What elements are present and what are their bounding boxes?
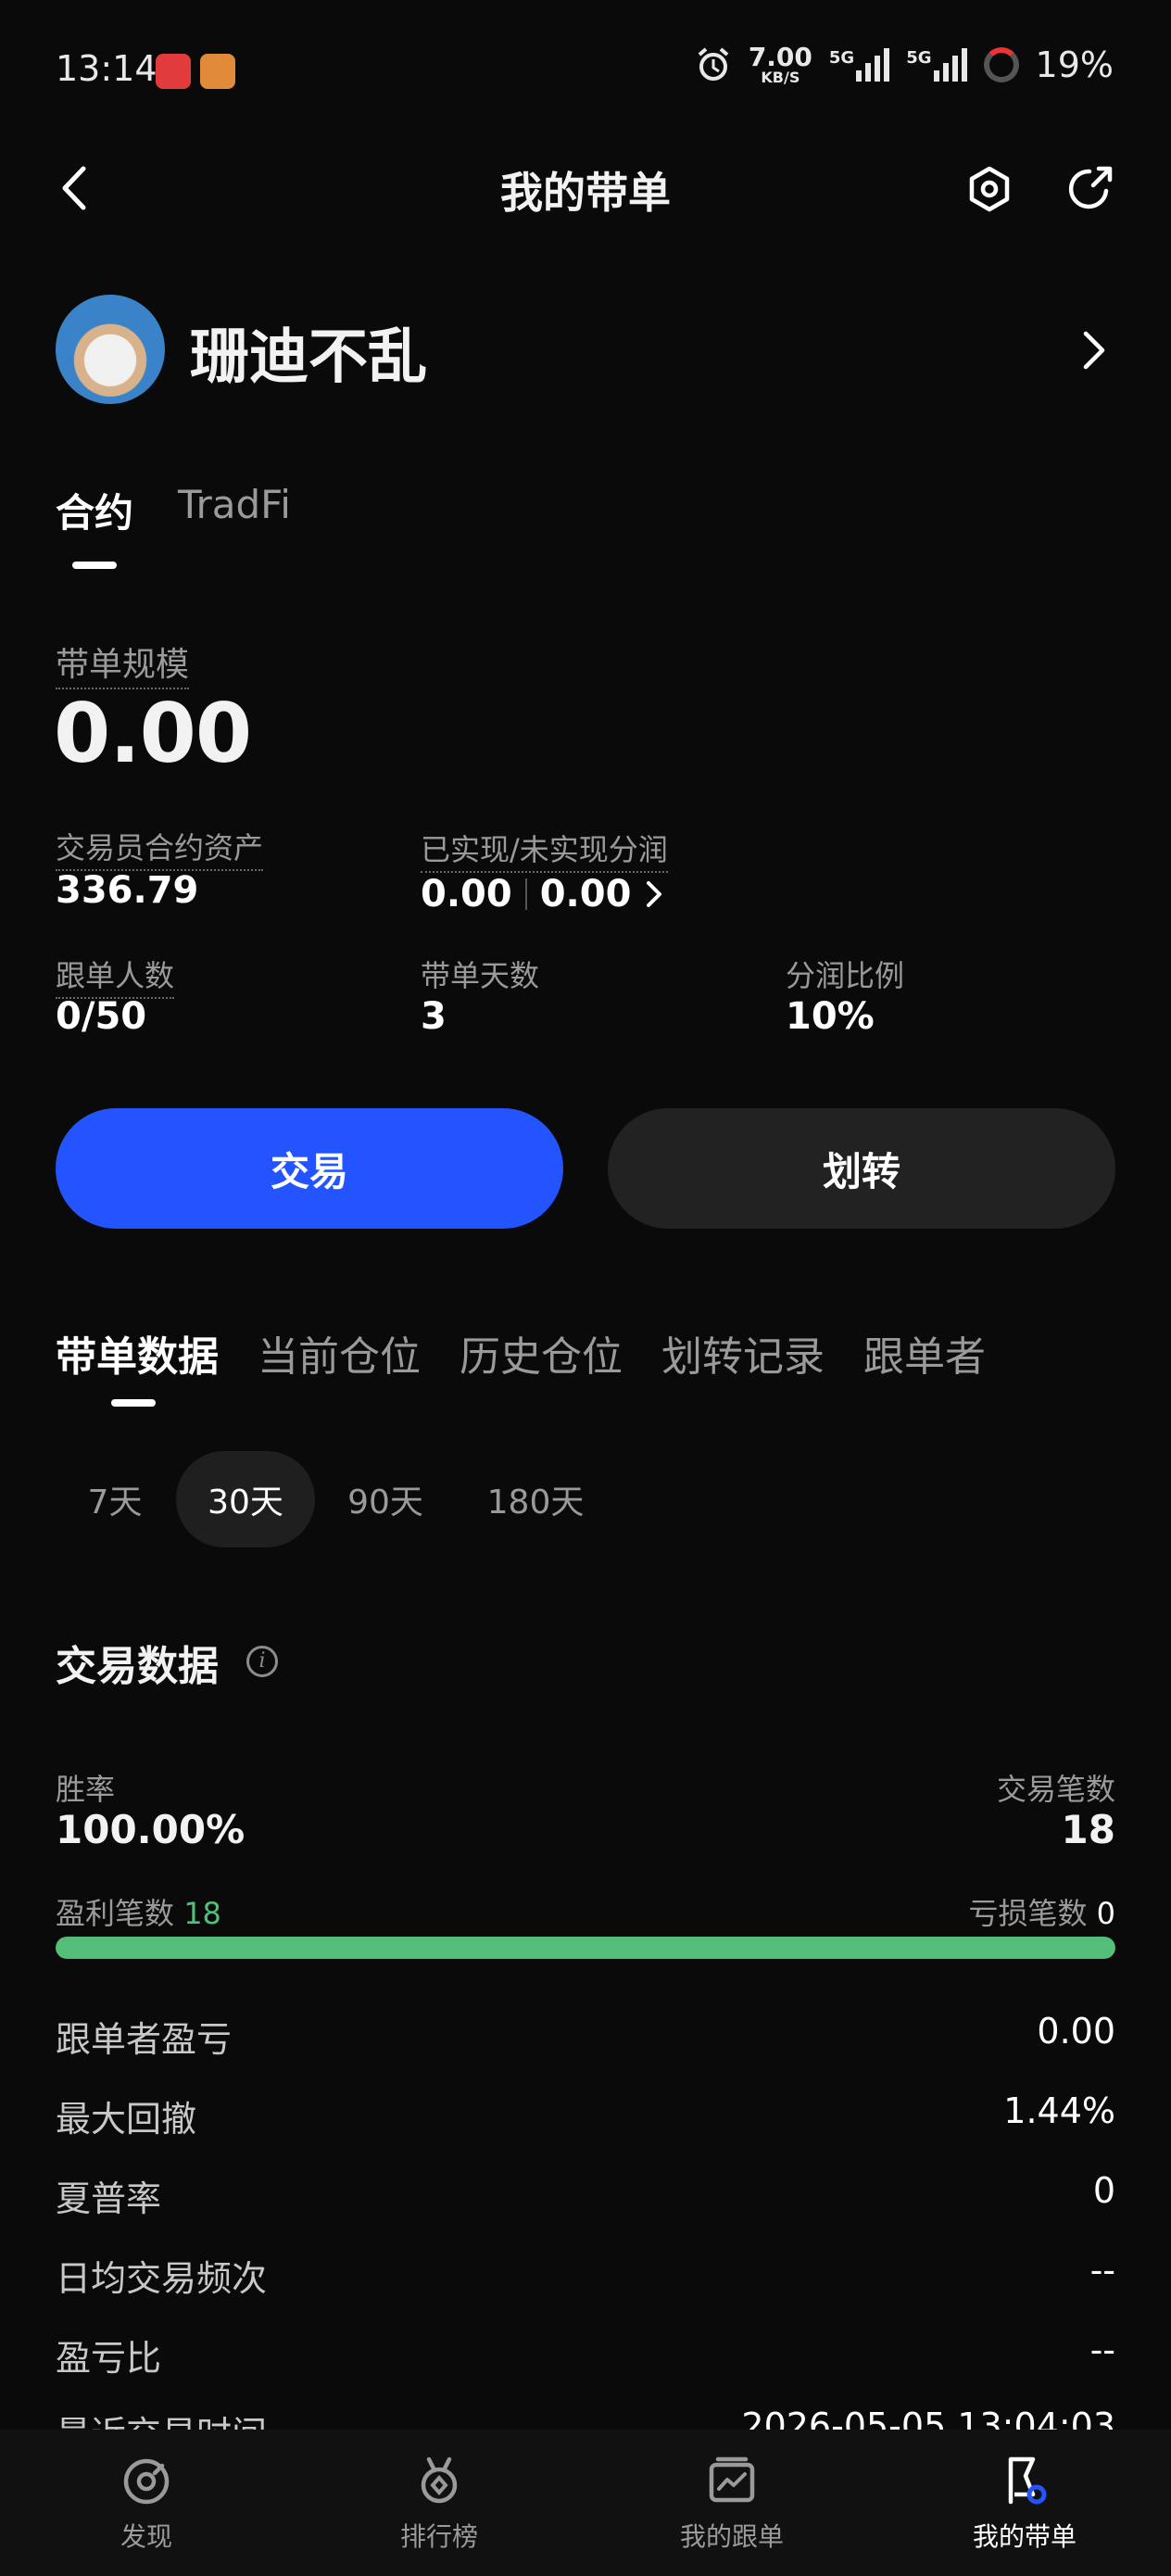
period-30d[interactable]: 30天 <box>176 1451 315 1547</box>
divider <box>524 878 527 910</box>
medal-icon <box>421 2456 458 2504</box>
profile-name[interactable]: 珊迪不乱 <box>190 309 427 395</box>
realized-share-value: 0.00 <box>421 873 512 915</box>
tab-indicator <box>72 562 117 569</box>
metric-value: 0.00 <box>1037 2011 1115 2052</box>
flag-icon <box>1008 2456 1047 2505</box>
network-type-label: 5G <box>906 48 932 68</box>
days-label: 带单天数 <box>421 958 540 993</box>
net-speed-value: 7.00 <box>748 42 812 72</box>
nav-discover[interactable]: 发现 <box>0 2430 293 2576</box>
period-180d[interactable]: 180天 <box>463 1451 608 1547</box>
followers-value: 0/50 <box>56 995 147 1038</box>
win-ratio-fill <box>56 1937 1115 1959</box>
metric-label: 盈亏比 <box>56 2338 162 2379</box>
loss-count-label: 亏损笔数 <box>968 1896 1088 1931</box>
metric-label: 日均交易频次 <box>56 2258 268 2299</box>
signal-icon <box>933 48 967 82</box>
metric-label: 夏普率 <box>56 2178 162 2219</box>
share-ratio-label: 分润比例 <box>786 958 905 993</box>
pnl-share-values[interactable]: 0.00 0.00 <box>421 873 664 915</box>
followers-label[interactable]: 跟单人数 <box>56 953 175 999</box>
status-bar: 13:14 7.00 KB/S 5G 5G 19% <box>0 0 1171 139</box>
alarm-icon <box>698 47 729 81</box>
battery-level: 19% <box>1035 44 1114 85</box>
chevron-right-icon <box>647 881 662 907</box>
trade-count-value: 18 <box>1061 1807 1115 1852</box>
assets-label[interactable]: 交易员合约资产 <box>56 825 264 871</box>
tab-contract[interactable]: 合约 <box>56 482 133 538</box>
win-rate-value: 100.00% <box>56 1807 246 1852</box>
metric-label: 跟单者盈亏 <box>56 2019 233 2060</box>
status-indicators: 7.00 KB/S 5G 5G 19% <box>695 44 1114 85</box>
nav-label: 我的跟单 <box>679 2521 784 2552</box>
settings-icon[interactable] <box>963 163 1015 215</box>
net-speed: 7.00 KB/S <box>749 44 812 85</box>
scale-value: 0.00 <box>54 686 252 781</box>
nav-label: 我的带单 <box>972 2521 1077 2552</box>
nav-my-lead[interactable]: 我的带单 <box>878 2430 1171 2576</box>
tab-transfer-records[interactable]: 划转记录 <box>661 1323 825 1383</box>
metric-value: 0 <box>1092 2170 1115 2211</box>
unrealized-share-value: 0.00 <box>539 873 632 915</box>
metric-value: -- <box>1089 2250 1115 2291</box>
nav-my-copy[interactable]: 我的跟单 <box>586 2430 878 2576</box>
network-type-label: 5G <box>828 48 855 68</box>
win-rate-label: 胜率 <box>56 1772 116 1807</box>
loss-count-value: 0 <box>1096 1896 1115 1931</box>
chevron-right-icon[interactable] <box>1080 330 1108 371</box>
avatar[interactable] <box>56 295 165 404</box>
app-notification-icon <box>156 54 191 89</box>
profit-count-label: 盈利笔数 <box>56 1896 175 1931</box>
signal-2: 5G <box>906 48 967 82</box>
trade-count-label: 交易笔数 <box>996 1772 1115 1807</box>
section-title: 交易数据 <box>56 1643 219 1690</box>
scale-label[interactable]: 带单规模 <box>56 638 190 689</box>
discover-icon <box>123 2458 170 2505</box>
pnl-share-label[interactable]: 已实现/未实现分润 <box>421 827 668 873</box>
battery-icon <box>983 47 1019 82</box>
info-icon[interactable]: i <box>246 1646 278 1677</box>
app-notification-icon <box>200 54 235 89</box>
signal-1: 5G <box>828 48 890 82</box>
nav-leaderboard[interactable]: 排行榜 <box>293 2430 586 2576</box>
metric-value: -- <box>1089 2330 1115 2370</box>
signal-icon <box>856 48 890 82</box>
net-speed-unit: KB/S <box>761 69 800 86</box>
assets-value: 336.79 <box>56 869 199 912</box>
tab-tradfi[interactable]: TradFi <box>178 482 291 527</box>
tab-current-positions[interactable]: 当前仓位 <box>258 1323 421 1383</box>
chart-box-icon <box>709 2456 755 2503</box>
profit-count: 盈利笔数 18 <box>56 1890 221 1933</box>
tab-copy-data[interactable]: 带单数据 <box>56 1323 219 1383</box>
bottom-nav: 发现 排行榜 我的跟单 我的带单 <box>0 2430 1171 2576</box>
share-icon[interactable] <box>1064 163 1115 215</box>
days-value: 3 <box>421 995 447 1038</box>
period-90d[interactable]: 90天 <box>328 1451 443 1547</box>
profit-count-value: 18 <box>183 1896 221 1931</box>
tab-history-positions[interactable]: 历史仓位 <box>460 1323 623 1383</box>
trade-button[interactable]: 交易 <box>56 1108 563 1229</box>
tab-indicator <box>111 1399 156 1407</box>
share-ratio-value: 10% <box>786 995 875 1038</box>
transfer-button[interactable]: 划转 <box>608 1108 1115 1229</box>
metric-label: 最大回撤 <box>56 2099 197 2140</box>
win-ratio-bar <box>56 1937 1115 1959</box>
period-7d[interactable]: 7天 <box>67 1451 163 1547</box>
nav-label: 排行榜 <box>399 2521 478 2552</box>
metric-value: 1.44% <box>1003 2090 1115 2131</box>
loss-count: 亏损笔数 0 <box>968 1890 1115 1933</box>
tab-followers[interactable]: 跟单者 <box>863 1323 986 1383</box>
nav-label: 发现 <box>120 2521 172 2552</box>
status-time: 13:14 <box>56 48 157 89</box>
